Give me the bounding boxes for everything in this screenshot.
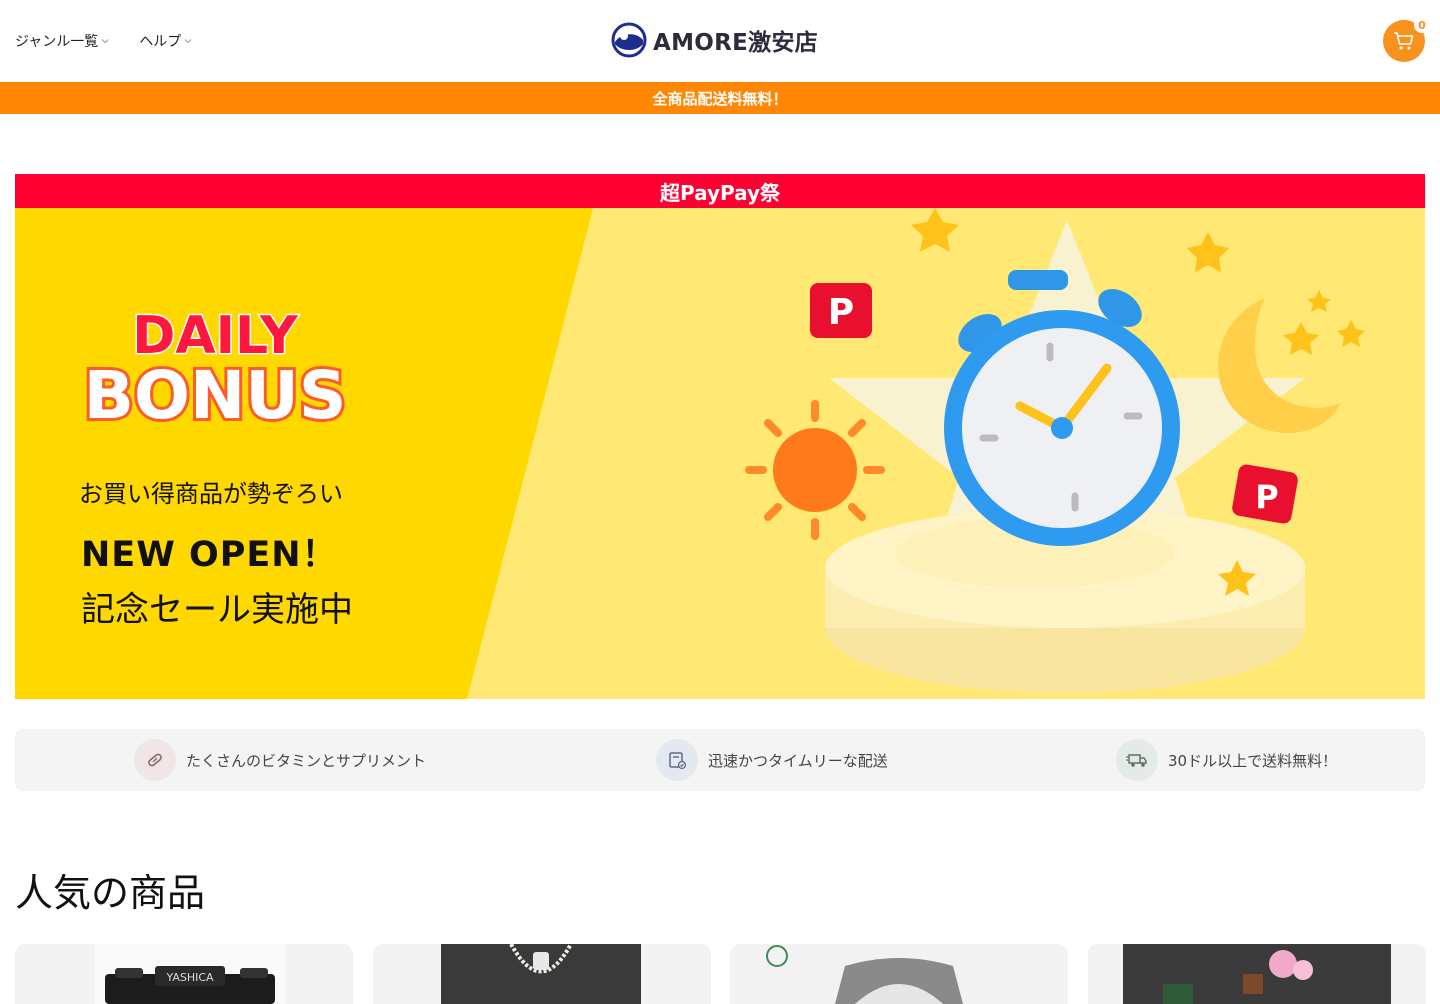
product-image: YASHICA	[95, 944, 285, 1004]
feature-vitamins: たくさんのビタミンとサプリメント	[134, 739, 426, 781]
banner-line-3: 記念セール実施中	[81, 590, 353, 630]
feature-free-shipping-label: 30ドル以上で送料無料！	[1168, 751, 1338, 770]
product-image	[765, 944, 1033, 1004]
product-image	[1123, 944, 1391, 1004]
main-nav: ジャンル一覧 ヘルプ	[15, 31, 192, 51]
nav-genre-list[interactable]: ジャンル一覧	[15, 31, 109, 51]
product-card[interactable]	[373, 944, 711, 1004]
truck-icon	[1116, 739, 1158, 781]
banner-top-label: 超PayPay祭	[659, 180, 781, 205]
brand-logo[interactable]: AMORE激安店	[611, 22, 818, 58]
product-card[interactable]: YASHICA	[15, 944, 353, 1004]
pill-icon	[134, 739, 176, 781]
feature-delivery-label: 迅速かつタイムリーな配送	[708, 751, 888, 770]
paypay-cube-icon: P	[810, 283, 872, 338]
banner-top-strip: 超PayPay祭	[15, 174, 1425, 208]
nav-genre-label: ジャンル一覧	[15, 34, 99, 50]
feature-free-shipping: 30ドル以上で送料無料！	[1116, 739, 1337, 781]
banner-line-1: お買い得商品が勢ぞろい	[79, 480, 343, 508]
cart-icon	[1394, 32, 1414, 50]
banner-line-2: NEW OPEN！	[81, 535, 338, 575]
delivery-box-icon	[656, 739, 698, 781]
chevron-down-icon	[184, 39, 192, 44]
site-header: ジャンル一覧 ヘルプ AMORE激安店 0	[0, 0, 1440, 82]
camera-brand-label: YASHICA	[165, 971, 214, 984]
section-title: 人気の商品	[15, 871, 206, 915]
feature-vitamins-label: たくさんのビタミンとサプリメント	[186, 751, 427, 770]
feature-delivery: 迅速かつタイムリーな配送	[656, 739, 888, 781]
paypay-cube-icon: P	[1232, 464, 1298, 524]
svg-text:P: P	[828, 292, 854, 333]
nav-help-label: ヘルプ	[139, 34, 182, 50]
nav-help[interactable]: ヘルプ	[139, 31, 192, 51]
logo-icon	[611, 22, 647, 58]
product-card[interactable]	[730, 944, 1068, 1004]
chevron-down-icon	[101, 39, 109, 44]
announcement-bar: 全商品配送料無料！	[0, 82, 1440, 114]
brand-name: AMORE激安店	[653, 30, 819, 56]
product-image	[441, 944, 641, 1004]
feature-strip: たくさんのビタミンとサプリメント 迅速かつタイムリーな配送 30ドル以上で送料無…	[15, 729, 1425, 791]
svg-text:P: P	[1255, 478, 1278, 516]
svg-text:BONUS: BONUS	[84, 357, 347, 434]
cart-count-badge: 0	[1414, 17, 1430, 33]
product-grid: YASHICA	[15, 944, 1426, 1004]
product-card[interactable]	[1088, 944, 1426, 1004]
hero-banner[interactable]: 超PayPay祭 P P DAILY BONUS お買い得商品が勢ぞろい NEW…	[15, 174, 1425, 699]
